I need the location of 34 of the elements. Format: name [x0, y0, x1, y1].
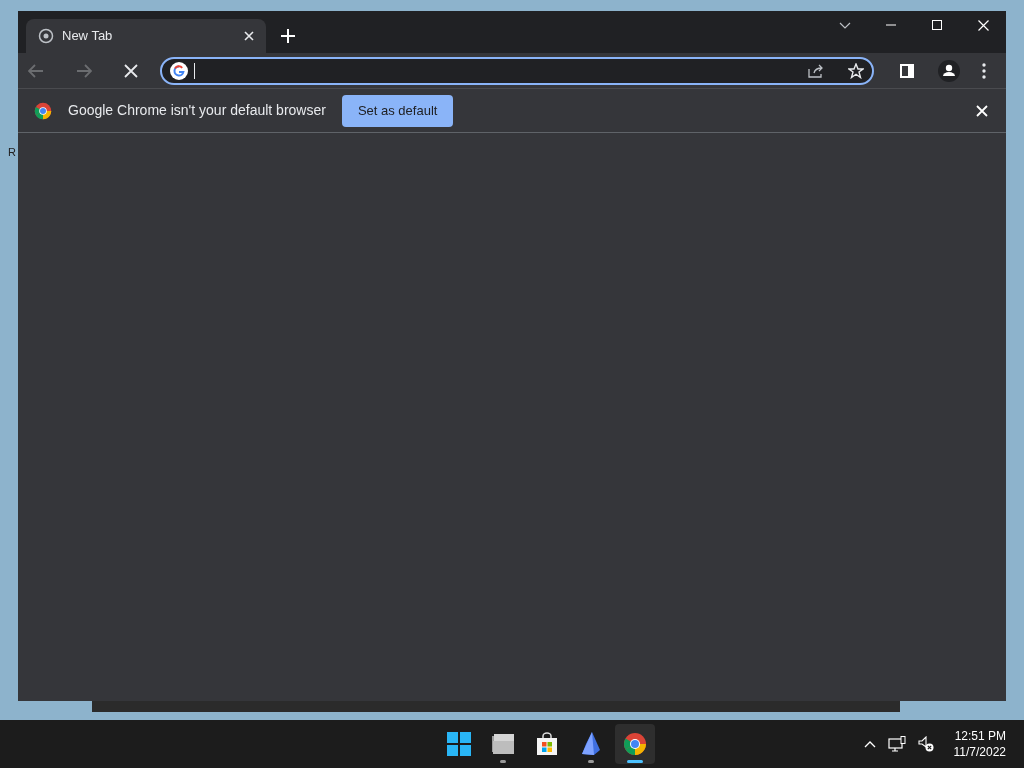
taskbar-button[interactable]	[614, 724, 655, 764]
chevron-up-icon[interactable]	[863, 740, 876, 748]
crystal-icon	[579, 732, 602, 756]
tab-title: New Tab	[62, 27, 114, 46]
text-cursor	[194, 62, 195, 79]
infobar-message: Google Chrome isn't your default browser	[68, 101, 326, 120]
running-indicator	[587, 760, 594, 763]
chrome-logo-icon	[34, 101, 52, 120]
maximize-icon[interactable]	[932, 20, 942, 30]
stop-icon[interactable]	[124, 63, 138, 78]
share-icon[interactable]	[808, 63, 824, 78]
network-icon[interactable]	[887, 736, 906, 752]
chrome-logo-icon	[622, 732, 647, 756]
new-tab-icon[interactable]	[281, 29, 295, 43]
windows-logo-icon	[446, 732, 471, 756]
browser-tab[interactable]: New Tab	[26, 19, 266, 53]
address-bar[interactable]	[160, 56, 874, 85]
close-icon[interactable]	[244, 31, 254, 41]
running-indicator	[499, 760, 506, 763]
clock-date[interactable]: 11/7/2022	[953, 744, 1006, 760]
tab-search-chevron-icon[interactable]	[839, 21, 851, 29]
muted-speaker-icon[interactable]	[917, 736, 934, 752]
set-default-button[interactable]: Set as default	[341, 94, 454, 127]
desktop-icon-label: R	[7, 145, 16, 160]
running-indicator	[626, 760, 643, 763]
clock-time[interactable]: 12:51 PM	[954, 728, 1006, 744]
menu-icon[interactable]	[982, 62, 986, 79]
google-g-icon	[170, 61, 188, 80]
side-panel-icon[interactable]	[900, 63, 914, 78]
profile-icon[interactable]	[938, 59, 960, 82]
folder-icon	[490, 733, 515, 755]
shopping-bag-icon	[534, 732, 559, 756]
tab-favicon-icon	[38, 28, 54, 44]
star-icon[interactable]	[848, 62, 864, 79]
